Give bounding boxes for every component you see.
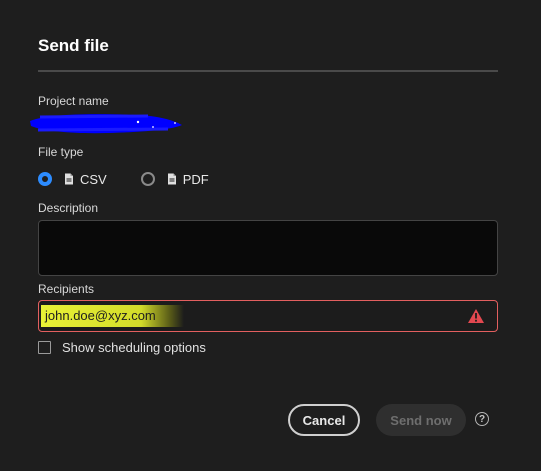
title-divider <box>38 70 498 72</box>
cancel-button[interactable]: Cancel <box>288 404 360 436</box>
scheduling-checkbox[interactable] <box>38 341 51 354</box>
description-label: Description <box>38 201 99 215</box>
help-icon[interactable]: ? <box>475 412 489 426</box>
radio-csv[interactable]: CSV <box>38 172 107 187</box>
file-type-label: File type <box>38 145 84 159</box>
radio-csv-label: CSV <box>80 171 107 187</box>
recipients-value: john.doe@xyz.com <box>41 305 184 327</box>
document-icon <box>167 173 176 185</box>
radio-pdf-indicator[interactable] <box>140 172 155 186</box>
scheduling-checkbox-label[interactable]: Show scheduling options <box>62 340 206 355</box>
recipients-input[interactable]: john.doe@xyz.com <box>38 300 498 332</box>
description-textarea[interactable] <box>38 220 498 276</box>
file-type-radio-group: CSV PDF <box>38 170 209 188</box>
dialog-title: Send file <box>38 36 109 55</box>
radio-pdf-label: PDF <box>182 171 209 187</box>
send-now-button[interactable]: Send now <box>376 404 466 436</box>
project-name-redaction <box>30 114 182 134</box>
project-name-label: Project name <box>38 94 109 108</box>
radio-pdf[interactable]: PDF <box>140 171 209 187</box>
scheduling-option[interactable]: Show scheduling options <box>38 340 206 355</box>
recipients-label: Recipients <box>38 282 95 296</box>
radio-csv-indicator[interactable] <box>38 172 52 186</box>
send-file-dialog: Send file Project name File type CSV PDF… <box>0 0 541 471</box>
warning-icon <box>468 309 484 323</box>
document-icon <box>65 173 73 185</box>
